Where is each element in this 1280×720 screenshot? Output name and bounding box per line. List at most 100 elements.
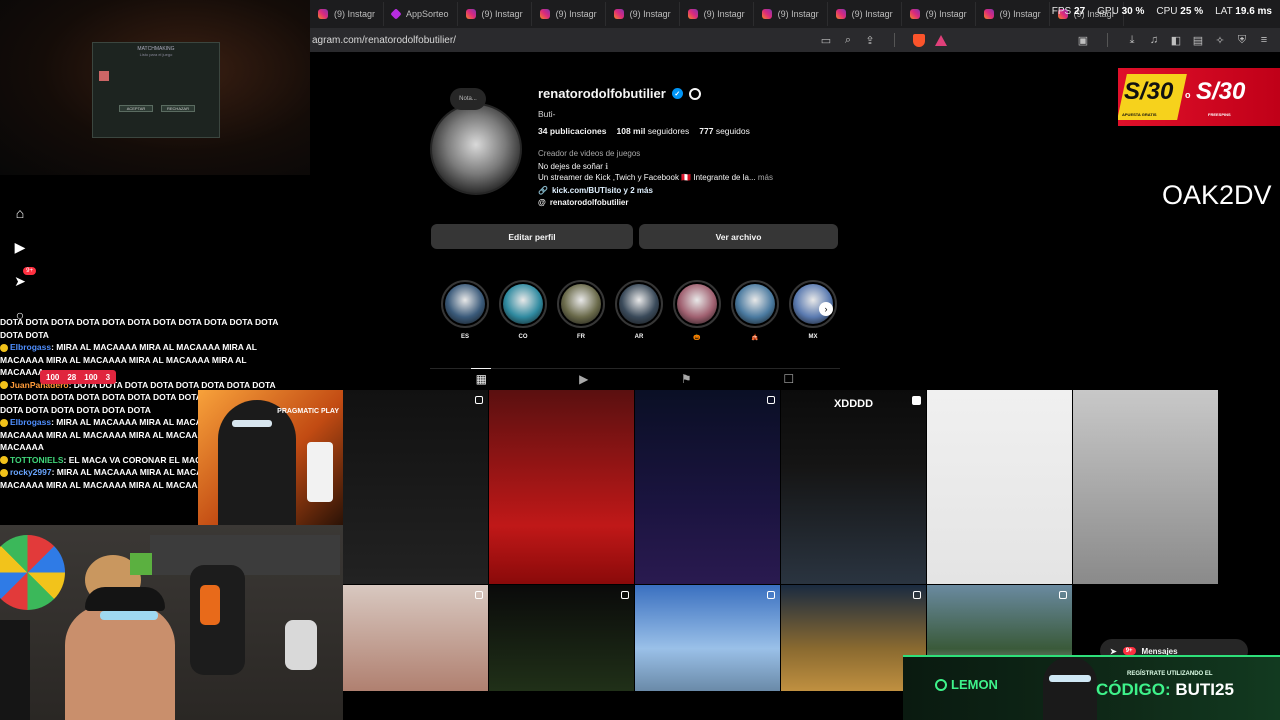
profile-link[interactable]: 🔗 kick.com/BUTIsito y 2 más (538, 186, 653, 195)
post-caption: XDDDD (833, 398, 874, 410)
brave-rewards-icon[interactable] (935, 34, 947, 46)
story-highlight[interactable]: 🎪 (731, 280, 779, 342)
sidebar-icon[interactable]: ▣ (1077, 34, 1089, 47)
post-thumbnail[interactable] (489, 390, 634, 584)
divider (1107, 33, 1108, 47)
chat-message: DOTA DOTA DOTA DOTA DOTA DOTA DOTA DOTA … (0, 316, 290, 341)
reels-icon[interactable]: ▶ (574, 369, 594, 388)
creeper-figure (130, 553, 152, 575)
highlight-cover (557, 280, 605, 328)
reels-nav-icon[interactable]: ▶ (10, 239, 30, 255)
browser-tab[interactable]: (9) Instagr (976, 2, 1050, 26)
view-archive-button[interactable]: Ver archivo (639, 224, 838, 249)
nav-badge: 9+ (23, 267, 36, 275)
browser-tab[interactable]: (9) Instagr (532, 2, 606, 26)
sponsor-banner: PRAGMATIC PLAY (198, 390, 343, 525)
threads-link[interactable]: @ renatorodolfobutilier (538, 198, 628, 207)
highlight-image (677, 284, 717, 324)
highlight-cover (499, 280, 547, 328)
note-bubble[interactable]: Nota... (450, 88, 486, 110)
lemon-sponsor-banner: LEMON REGÍSTRATE UTILIZANDO EL CÓDIGO: B… (903, 655, 1280, 720)
profile-username: renatorodolfobutilier (538, 86, 666, 101)
cpu-readout: CPU 25 % (1156, 6, 1204, 17)
game-capture: MATCHMAKING Listo para el juego ACEPTAR … (0, 0, 310, 175)
browser-tab[interactable]: AppSorteo (384, 2, 458, 26)
cast-icon[interactable]: ▭ (820, 34, 832, 47)
chat-text: DOTA DOTA DOTA DOTA DOTA DOTA DOTA DOTA … (0, 317, 279, 340)
story-highlight[interactable]: 🎃 (673, 280, 721, 342)
performance-overlay: FPS 27 GPU 30 % CPU 25 % LAT 19.6 ms (1052, 6, 1272, 17)
post-thumbnail[interactable] (1073, 390, 1218, 584)
speaker (0, 620, 30, 720)
highlight-label: ES (460, 334, 469, 340)
grid-icon[interactable]: ▦ (471, 368, 492, 388)
chat-username: rocky2997 (10, 467, 52, 477)
bio-more-link[interactable]: más (758, 173, 773, 182)
carousel-icon (475, 591, 483, 599)
promo-sub-2: FREESPINS (1208, 112, 1231, 117)
browser-tab-label: (9) Instagr (629, 9, 671, 19)
browser-tab[interactable]: (9) Instagr (828, 2, 902, 26)
highlight-image (735, 284, 775, 324)
post-thumbnail[interactable] (927, 390, 1072, 584)
url-text[interactable]: agram.com/renatorodolfobutilier/ (310, 35, 820, 46)
promo-banner: S/30 o S/30 APUESTA GRATIS FREESPINS (1118, 68, 1280, 126)
tagged-icon[interactable]: ☐ (779, 369, 799, 388)
post-thumbnail[interactable] (489, 585, 634, 691)
browser-tab[interactable]: (9) Instagr (458, 2, 532, 26)
panel-icon[interactable]: ◧ (1170, 34, 1182, 47)
carousel-icon (1059, 591, 1067, 599)
home-icon[interactable]: ⌂ (10, 205, 30, 221)
saved-icon[interactable]: ⚑ (676, 369, 696, 388)
story-highlight[interactable]: AR (615, 280, 663, 342)
browser-tab[interactable]: (9) Instagr (754, 2, 828, 26)
story-highlight[interactable]: CO (499, 280, 547, 342)
lemon-logo-icon (935, 678, 947, 691)
post-thumbnail[interactable]: XDDDD (781, 390, 926, 584)
browser-tab[interactable]: (9) Instagr (606, 2, 680, 26)
browser-tab-label: (9) Instagr (777, 9, 819, 19)
browser-tab-label: (9) Instagr (851, 9, 893, 19)
vpn-icon[interactable]: ⛨ (1236, 34, 1248, 46)
share-icon[interactable]: ⇪ (864, 34, 876, 47)
post-thumbnail[interactable] (635, 390, 780, 584)
download-icon[interactable]: ⤓ (1126, 34, 1138, 46)
story-highlight[interactable]: FR (557, 280, 605, 342)
menu-icon[interactable]: ≡ (1258, 34, 1270, 46)
dialog-decline-button: RECHAZAR (161, 105, 195, 112)
match-dialog: MATCHMAKING Listo para el juego ACEPTAR … (92, 42, 220, 138)
edit-profile-button[interactable]: Editar perfil (431, 224, 633, 249)
post-thumbnail[interactable] (343, 390, 488, 584)
messages-nav-icon[interactable]: ➤ 9+ (10, 267, 36, 289)
url-actions: ▭ ⌕ ⇪ (820, 33, 957, 47)
carousel-icon (767, 591, 775, 599)
music-icon[interactable]: ♫ (1148, 34, 1160, 46)
browser-tab-label: (9) Instagr (925, 9, 967, 19)
post-thumbnail[interactable] (635, 585, 780, 691)
highlight-label: MX (808, 334, 818, 340)
instagram-sidebar: ⌂ ▶ ➤ 9+ ○ (10, 205, 36, 323)
stat-3: 100 (84, 372, 98, 382)
appsorteo-icon (390, 8, 402, 20)
brave-shields-icon[interactable] (913, 33, 925, 47)
profile-avatar[interactable] (430, 103, 522, 195)
leo-icon[interactable]: ✧ (1214, 34, 1226, 47)
highlight-cover (441, 280, 489, 328)
posts-count: 34 publicaciones (538, 126, 607, 136)
story-highlights: ES CO FR AR 🎃 🎪 MX (441, 280, 837, 342)
browser-tab-label: (9) Instagr (703, 9, 745, 19)
browser-tab[interactable]: (9) Instagr (310, 2, 385, 26)
post-thumbnail[interactable] (343, 585, 488, 691)
story-highlight[interactable]: ES (441, 280, 489, 342)
verified-badge-icon: ✓ (671, 88, 683, 99)
wallet-icon[interactable]: ▤ (1192, 34, 1204, 47)
zoom-icon[interactable]: ⌕ (842, 34, 854, 46)
settings-gear-icon[interactable] (688, 87, 701, 100)
followers-count[interactable]: 108 mil seguidores (617, 126, 690, 136)
highlights-next-icon[interactable]: › (819, 302, 833, 316)
highlight-image (503, 284, 543, 324)
bio-line-2: Un streamer de Kick ,Twich y Facebook 🇵🇪… (538, 173, 773, 182)
following-count[interactable]: 777 seguidos (699, 126, 750, 136)
browser-tab[interactable]: (9) Instagr (902, 2, 976, 26)
browser-tab[interactable]: (9) Instagr (680, 2, 754, 26)
